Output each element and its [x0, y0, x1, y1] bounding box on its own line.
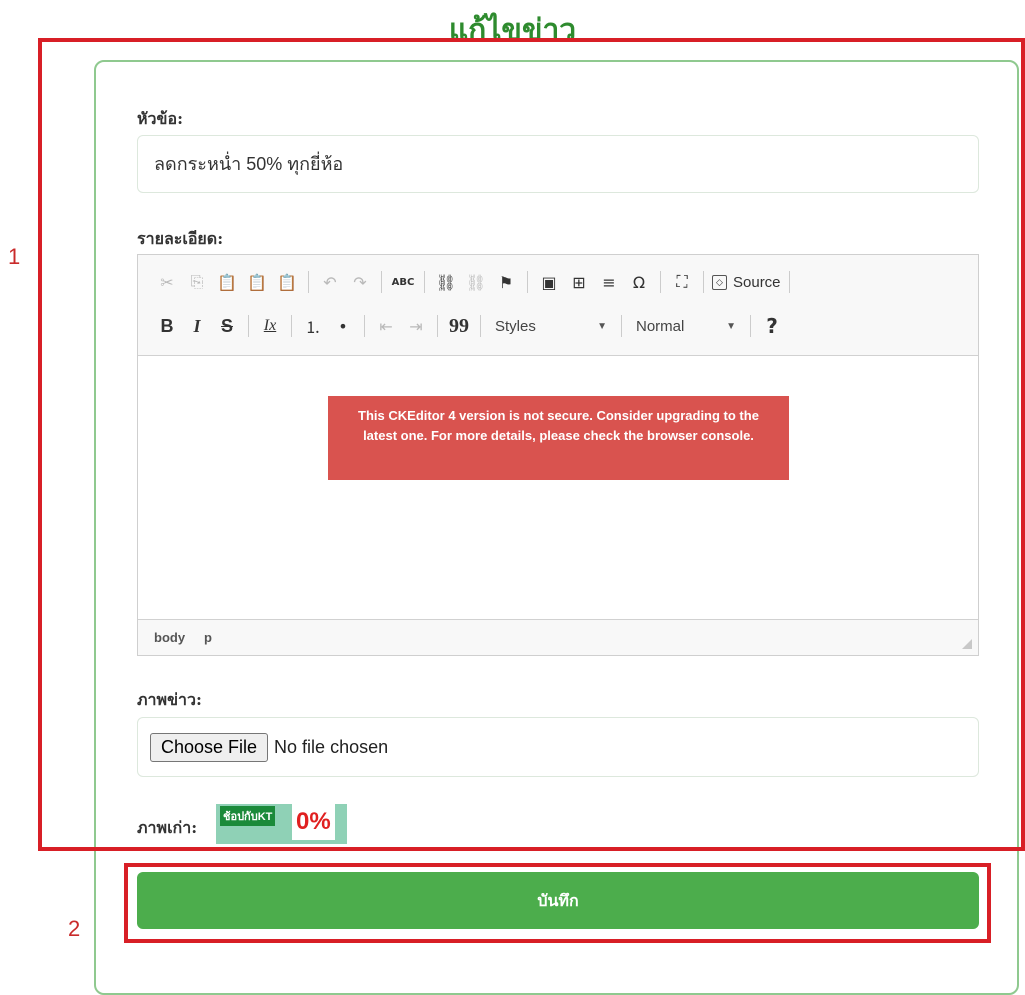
annotation-box-2 — [124, 863, 991, 943]
annotation-box-1 — [38, 38, 1025, 851]
annotation-number-1: 1 — [8, 244, 21, 269]
annotation-number-2: 2 — [68, 916, 81, 941]
